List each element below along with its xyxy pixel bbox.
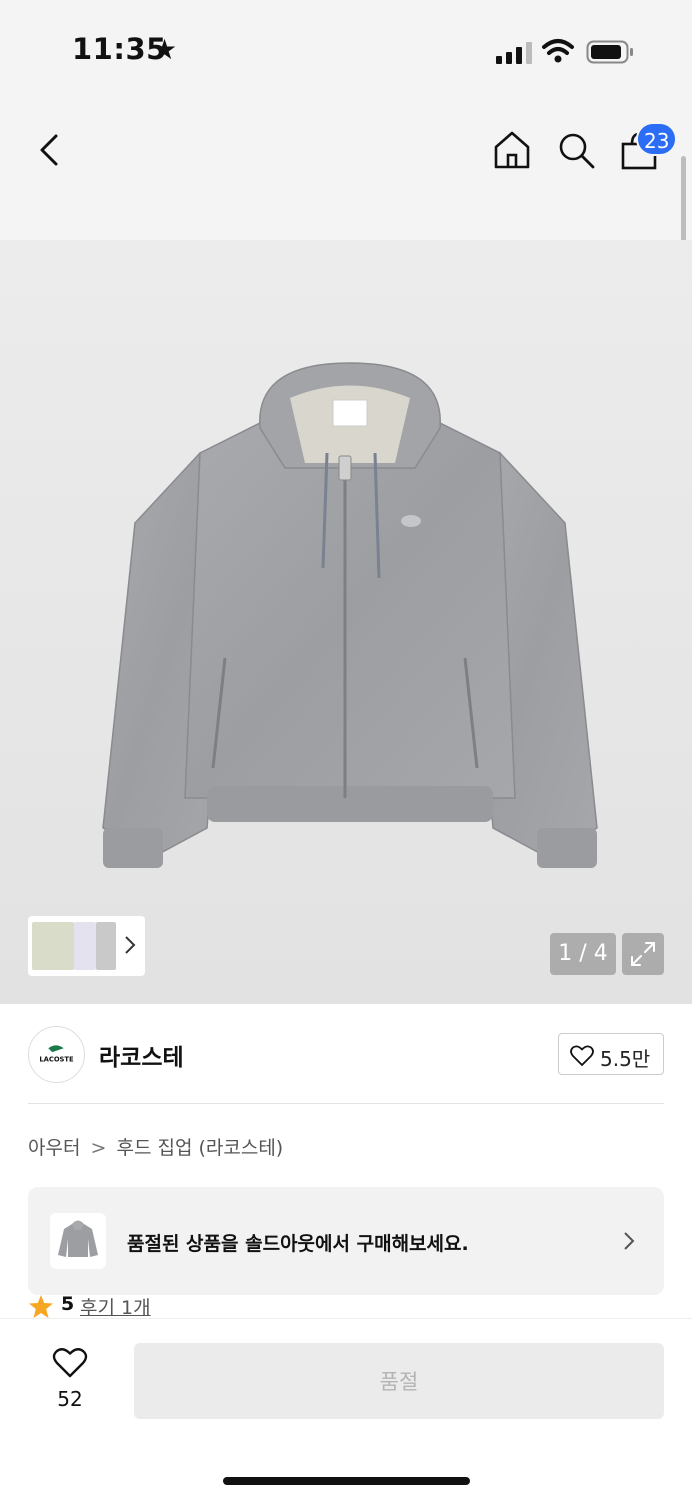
heart-icon (570, 1045, 594, 1066)
thumbnail-1[interactable] (32, 922, 74, 970)
breadcrumb-subcategory[interactable]: 후드 집업 (라코스테) (116, 1137, 283, 1159)
thumbnail-2[interactable] (74, 922, 96, 970)
wifi-icon (542, 39, 574, 63)
divider (28, 1103, 664, 1104)
signal-icon (496, 42, 532, 64)
brand-logo[interactable]: LACOSTE (28, 1026, 85, 1083)
expand-button[interactable] (622, 933, 664, 975)
rating-value: 5 (61, 1293, 75, 1315)
product-image (102, 362, 598, 868)
breadcrumb-separator: > (90, 1137, 107, 1159)
wish-count: 52 (57, 1387, 83, 1411)
brand-logo-mark: LACOSTE (39, 1045, 74, 1064)
brand-like-count: 5.5만 (600, 1047, 651, 1071)
battery-icon (586, 40, 633, 64)
review-count-link[interactable]: 후기 1개 (80, 1293, 151, 1320)
brand-like-button[interactable]: 5.5만 (558, 1033, 664, 1075)
chevron-right-icon[interactable] (124, 934, 136, 956)
top-nav: 23 (0, 100, 692, 240)
soldout-banner[interactable]: 품절된 상품을 솔드아웃에서 구매해보세요. (28, 1187, 664, 1295)
cart-count-badge: 23 (636, 122, 678, 156)
home-indicator (223, 1477, 470, 1485)
location-star-icon: ★ (152, 33, 178, 66)
expand-icon (631, 942, 655, 966)
status-bar: 11:35 ★ (0, 0, 692, 100)
back-arrow-icon[interactable] (32, 132, 66, 168)
page-indicator: 1 / 4 (550, 933, 616, 975)
chevron-right-icon (624, 1232, 635, 1250)
soldout-banner-text: 품절된 상품을 솔드아웃에서 구매해보세요. (127, 1233, 469, 1255)
heart-icon[interactable] (52, 1347, 88, 1379)
banner-product-thumbnail (50, 1213, 106, 1269)
thumbnail-strip[interactable] (28, 916, 145, 976)
search-icon[interactable] (556, 130, 596, 170)
brand-logo-text: LACOSTE (39, 1056, 74, 1064)
jacket-thumbnail-icon (58, 1220, 98, 1257)
breadcrumb: 아우터 > 후드 집업 (라코스테) (28, 1133, 283, 1160)
brand-name[interactable]: 라코스테 (99, 1038, 184, 1072)
home-icon[interactable] (492, 130, 532, 170)
breadcrumb-category[interactable]: 아우터 (28, 1137, 80, 1159)
soldout-purchase-button[interactable]: 품절 (134, 1343, 664, 1419)
thumbnail-3[interactable] (96, 922, 116, 970)
star-icon (29, 1295, 53, 1318)
product-image-gallery[interactable]: 1 / 4 (0, 240, 692, 1004)
brand-row[interactable]: LACOSTE 라코스테 5.5만 (0, 1004, 692, 1104)
bottom-action-bar: 52 품절 (0, 1318, 692, 1500)
